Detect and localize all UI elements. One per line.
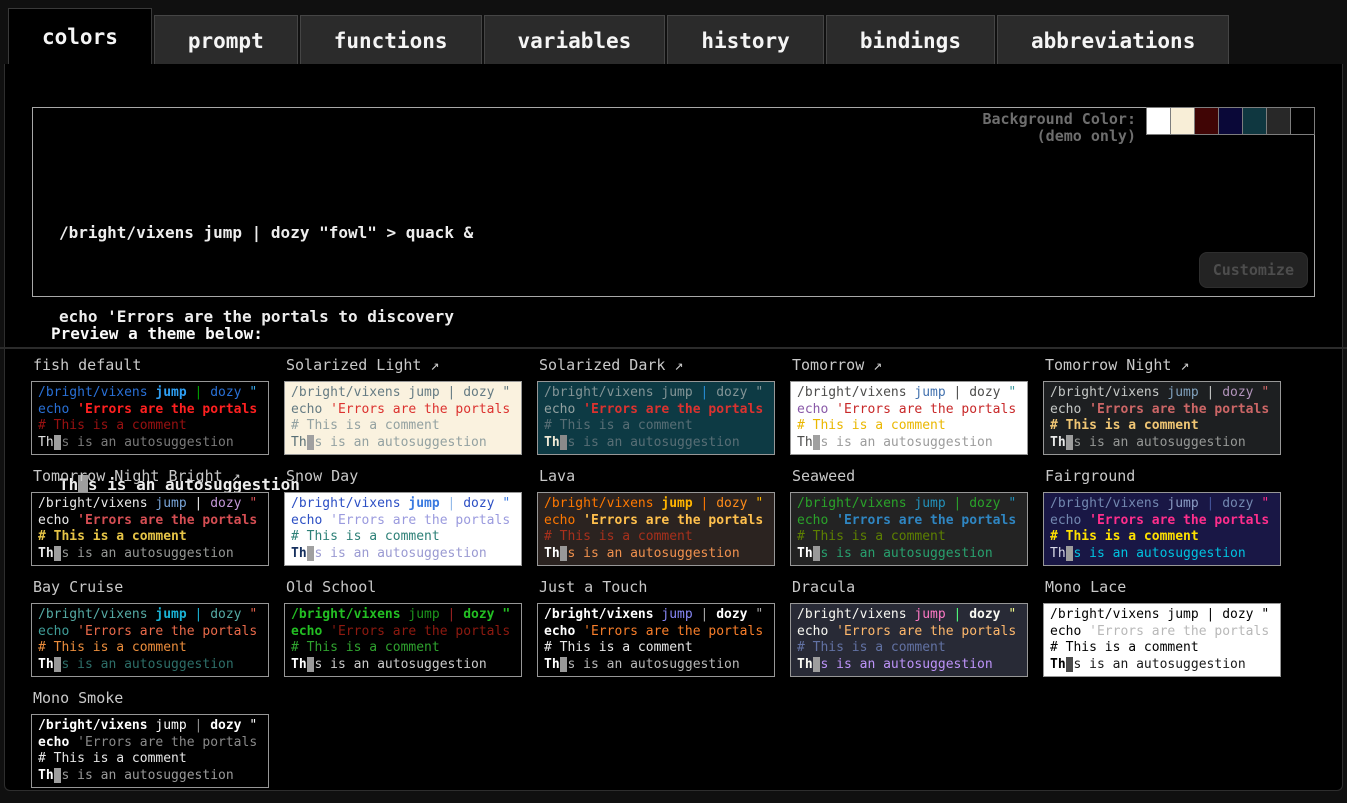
theme-title-link[interactable]: Seaweed <box>792 467 1028 488</box>
background-swatch-maroon[interactable] <box>1194 107 1219 135</box>
theme-title-link[interactable]: Tomorrow Night Bright ↗ <box>33 467 269 488</box>
tab-bindings[interactable]: bindings <box>826 15 995 67</box>
theme-title-link[interactable]: Just a Touch <box>539 578 775 599</box>
theme-cell: Snow Day/bright/vixens jump | dozy "echo… <box>284 467 522 566</box>
theme-card[interactable]: /bright/vixens jump | dozy "echo 'Errors… <box>1043 603 1281 677</box>
theme-cell: Dracula/bright/vixens jump | dozy "echo … <box>790 578 1028 677</box>
theme-title-link[interactable]: Solarized Light ↗ <box>286 356 522 377</box>
background-swatch-navy[interactable] <box>1218 107 1243 135</box>
theme-cell: fish default/bright/vixens jump | dozy "… <box>31 356 269 455</box>
theme-cell: Bay Cruise/bright/vixens jump | dozy "ec… <box>31 578 269 677</box>
theme-cell: Solarized Dark ↗ /bright/vixens jump | do… <box>537 356 775 455</box>
theme-cell: Lava/bright/vixens jump | dozy "echo 'Er… <box>537 467 775 566</box>
theme-card[interactable]: /bright/vixens jump | dozy "echo 'Errors… <box>537 492 775 566</box>
theme-title-link[interactable]: Solarized Dark ↗ <box>539 356 775 377</box>
tab-abbreviations[interactable]: abbreviations <box>997 15 1229 67</box>
tab-variables[interactable]: variables <box>484 15 666 67</box>
theme-card[interactable]: /bright/vixens jump | dozy "echo 'Errors… <box>1043 381 1281 455</box>
theme-cell: Solarized Light ↗ /bright/vixens jump | d… <box>284 356 522 455</box>
theme-title-link[interactable]: Fairground <box>1045 467 1281 488</box>
theme-title-link[interactable]: Mono Smoke <box>33 689 269 710</box>
tab-prompt[interactable]: prompt <box>154 15 298 67</box>
background-color-label-line1: Background Color: <box>982 111 1136 128</box>
theme-card[interactable]: /bright/vixens jump | dozy "echo 'Errors… <box>284 381 522 455</box>
background-swatch-white[interactable] <box>1146 107 1171 135</box>
background-swatch-teal[interactable] <box>1242 107 1267 135</box>
theme-card[interactable]: /bright/vixens jump | dozy "echo 'Errors… <box>31 714 269 788</box>
theme-cell: Just a Touch/bright/vixens jump | dozy "… <box>537 578 775 677</box>
background-color-swatches <box>1147 107 1315 135</box>
theme-card[interactable]: /bright/vixens jump | dozy "echo 'Errors… <box>31 603 269 677</box>
theme-cell: Tomorrow Night Bright ↗ /bright/vixens ju… <box>31 467 269 566</box>
theme-card[interactable]: /bright/vixens jump | dozy "echo 'Errors… <box>31 381 269 455</box>
terminal-preview-box: Background Color: (demo only) /bright/vi… <box>32 107 1315 297</box>
theme-title-link[interactable]: Mono Lace <box>1045 578 1281 599</box>
theme-cell: Seaweed/bright/vixens jump | dozy "echo … <box>790 467 1028 566</box>
terminal-line-command: /bright/vixens jump | dozy "fowl" > quac… <box>59 219 473 247</box>
theme-grid: fish default/bright/vixens jump | dozy "… <box>31 356 1281 788</box>
theme-card[interactable]: /bright/vixens jump | dozy "echo 'Errors… <box>790 492 1028 566</box>
theme-card[interactable]: /bright/vixens jump | dozy "echo 'Errors… <box>31 492 269 566</box>
theme-title-link[interactable]: Dracula <box>792 578 1028 599</box>
theme-title-link[interactable]: Old School <box>286 578 522 599</box>
tab-bar: colorspromptfunctionsvariableshistorybin… <box>0 0 1347 64</box>
theme-cell: Mono Lace/bright/vixens jump | dozy "ech… <box>1043 578 1281 677</box>
background-color-label-line2: (demo only) <box>982 128 1136 145</box>
colors-tab-panel: Background Color: (demo only) /bright/vi… <box>4 64 1343 791</box>
theme-cell: Fairground/bright/vixens jump | dozy "ec… <box>1043 467 1281 566</box>
theme-card[interactable]: /bright/vixens jump | dozy "echo 'Errors… <box>790 603 1028 677</box>
theme-card[interactable]: /bright/vixens jump | dozy "echo 'Errors… <box>1043 492 1281 566</box>
theme-card[interactable]: /bright/vixens jump | dozy "echo 'Errors… <box>790 381 1028 455</box>
theme-card[interactable]: /bright/vixens jump | dozy "echo 'Errors… <box>284 492 522 566</box>
theme-title-link[interactable]: Tomorrow Night ↗ <box>1045 356 1281 377</box>
theme-card[interactable]: /bright/vixens jump | dozy "echo 'Errors… <box>537 603 775 677</box>
tab-colors[interactable]: colors <box>8 8 152 67</box>
tab-functions[interactable]: functions <box>300 15 482 67</box>
theme-cell: Old School/bright/vixens jump | dozy "ec… <box>284 578 522 677</box>
background-color-label: Background Color: (demo only) <box>982 111 1136 145</box>
background-swatch-black[interactable] <box>1290 107 1315 135</box>
section-divider <box>0 347 1347 349</box>
theme-cell: Tomorrow ↗ /bright/vixens jump | dozy "ec… <box>790 356 1028 455</box>
theme-title-link[interactable]: Tomorrow ↗ <box>792 356 1028 377</box>
theme-card[interactable]: /bright/vixens jump | dozy "echo 'Errors… <box>284 603 522 677</box>
customize-button[interactable]: Customize <box>1199 252 1308 288</box>
theme-title-link[interactable]: Lava <box>539 467 775 488</box>
themes-heading: Preview a theme below: <box>51 324 263 343</box>
theme-card[interactable]: /bright/vixens jump | dozy "echo 'Errors… <box>537 381 775 455</box>
tab-history[interactable]: history <box>667 15 824 67</box>
theme-cell: Mono Smoke/bright/vixens jump | dozy "ec… <box>31 689 269 788</box>
theme-title-link[interactable]: fish default <box>33 356 269 377</box>
theme-cell: Tomorrow Night ↗ /bright/vixens jump | do… <box>1043 356 1281 455</box>
background-swatch-cream[interactable] <box>1170 107 1195 135</box>
background-swatch-dark-gray[interactable] <box>1266 107 1291 135</box>
theme-title-link[interactable]: Snow Day <box>286 467 522 488</box>
theme-title-link[interactable]: Bay Cruise <box>33 578 269 599</box>
